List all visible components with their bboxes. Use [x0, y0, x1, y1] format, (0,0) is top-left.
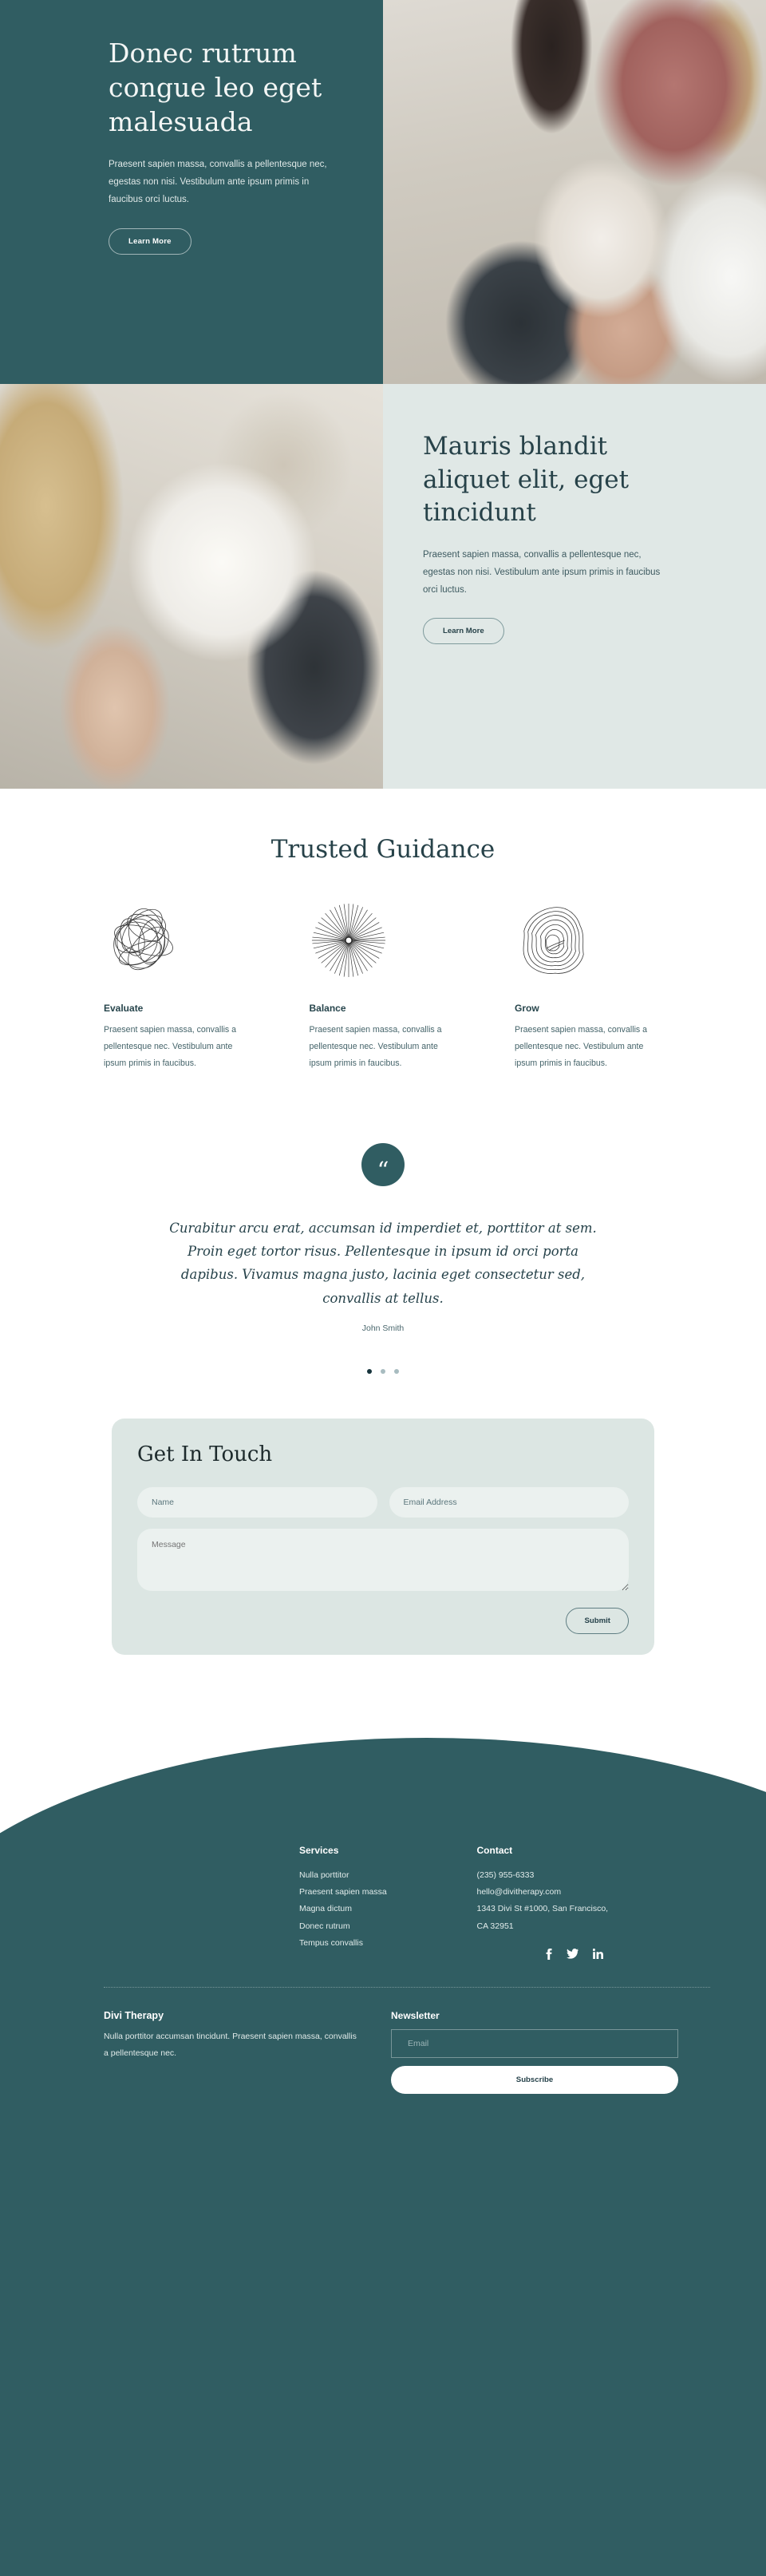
- pagination-dot-2[interactable]: [381, 1369, 385, 1374]
- quote-icon: “: [361, 1142, 405, 1186]
- footer-service-link[interactable]: Nulla porttitor: [299, 1867, 477, 1884]
- hero-photo-graphic: [383, 0, 766, 384]
- footer-email[interactable]: hello@divitherapy.com: [477, 1884, 655, 1901]
- contact-section: Get In Touch Submit: [0, 1374, 766, 1655]
- subscribe-button[interactable]: Subscribe: [391, 2065, 678, 2094]
- linkedin-icon[interactable]: [592, 1948, 603, 1960]
- feature-body: Praesent sapien massa, convallis a pelle…: [104, 1025, 237, 1069]
- feature-name: Evaluate: [104, 1003, 144, 1014]
- testimonial-author: John Smith: [361, 1324, 405, 1333]
- hero-learn-more-button[interactable]: Learn More: [109, 228, 192, 255]
- feature-body: Praesent sapien massa, convallis a pelle…: [515, 1025, 648, 1069]
- feature-body: Praesent sapien massa, convallis a pelle…: [309, 1025, 442, 1069]
- sunburst-radial-icon: [310, 899, 457, 982]
- footer-content: Services Nulla porttitor Praesent sapien…: [0, 1738, 766, 2143]
- contact-card: Get In Touch Submit: [112, 1419, 654, 1655]
- footer-service-link[interactable]: Magna dictum: [299, 1901, 477, 1917]
- name-input[interactable]: [137, 1487, 377, 1518]
- footer-service-link[interactable]: Tempus convallis: [299, 1935, 477, 1952]
- scribble-loops-icon: [104, 899, 251, 982]
- twitter-icon[interactable]: [566, 1948, 578, 1960]
- guidance-section: Trusted Guidance Evaluate Praesent sapie…: [0, 789, 766, 1073]
- pagination-dot-1[interactable]: [367, 1369, 372, 1374]
- email-input[interactable]: [389, 1487, 629, 1518]
- testimonial-section: “ Curabitur arcu erat, accumsan id imper…: [0, 1072, 766, 1374]
- contact-title: Get In Touch: [137, 1442, 273, 1466]
- submit-button[interactable]: Submit: [566, 1608, 629, 1634]
- footer-services-heading: Services: [299, 1845, 339, 1856]
- footer-address-line-1: 1343 Divi St #1000, San Francisco,: [476, 1904, 609, 1914]
- footer-contact-heading: Contact: [476, 1845, 513, 1856]
- page-root: Donec rutrum congue leo eget malesuada P…: [0, 0, 766, 2576]
- section2-image: [0, 384, 383, 789]
- facebook-icon[interactable]: [545, 1948, 552, 1960]
- footer-service-link[interactable]: Praesent sapien massa: [299, 1884, 477, 1901]
- site-footer: Services Nulla porttitor Praesent sapien…: [0, 1738, 766, 2576]
- guidance-title: Trusted Guidance: [270, 835, 496, 864]
- section2-learn-more-button[interactable]: Learn More: [423, 617, 504, 644]
- feature-split-section: Mauris blandit aliquet elit, eget tincid…: [0, 384, 766, 789]
- hero-section: Donec rutrum congue leo eget malesuada P…: [0, 0, 766, 384]
- feature-item-balance: Balance Praesent sapien massa, convallis…: [310, 899, 457, 1073]
- contact-field-row: [137, 1487, 629, 1518]
- footer-newsletter-block: Newsletter Subscribe: [391, 2010, 678, 2094]
- footer-phone[interactable]: (235) 955-6333: [477, 1867, 655, 1884]
- contour-rings-icon: [515, 899, 662, 982]
- footer-bottom: Divi Therapy Nulla porttitor accumsan ti…: [0, 1988, 766, 2094]
- testimonial-quote: Curabitur arcu erat, accumsan id imperdi…: [169, 1220, 597, 1306]
- footer-tail: [0, 2094, 766, 2143]
- footer-brand-title: Divi Therapy: [104, 2009, 164, 2021]
- footer-columns: Services Nulla porttitor Praesent sapien…: [0, 1738, 766, 1960]
- hero-text-panel: Donec rutrum congue leo eget malesuada P…: [0, 0, 383, 384]
- newsletter-heading: Newsletter: [391, 2009, 440, 2021]
- footer-social-links: [477, 1948, 655, 1960]
- feature-name: Grow: [515, 1003, 539, 1014]
- submit-row: Submit: [137, 1608, 629, 1634]
- message-textarea[interactable]: [137, 1529, 629, 1591]
- section2-body: Praesent sapien massa, convallis a pelle…: [423, 549, 661, 595]
- newsletter-email-input[interactable]: [391, 2028, 678, 2058]
- footer-contact-column: Contact (235) 955-6333 hello@divitherapy…: [477, 1845, 655, 1960]
- section2-text-panel: Mauris blandit aliquet elit, eget tincid…: [383, 384, 766, 789]
- footer-spacer: [0, 1655, 766, 1738]
- pagination-dot-3[interactable]: [394, 1369, 399, 1374]
- section2-title: Mauris blandit aliquet elit, eget tincid…: [423, 432, 630, 528]
- feature-name: Balance: [309, 1003, 346, 1014]
- footer-brand-body: Nulla porttitor accumsan tincidunt. Prae…: [104, 2031, 357, 2058]
- footer-address-line-2: CA 32951: [476, 1921, 514, 1931]
- feature-list: Evaluate Praesent sapien massa, convalli…: [0, 864, 766, 1073]
- hero-image: [383, 0, 766, 384]
- footer-brand-block: Divi Therapy Nulla porttitor accumsan ti…: [104, 2010, 359, 2094]
- feature-item-evaluate: Evaluate Praesent sapien massa, convalli…: [104, 899, 251, 1073]
- footer-services-column: Services Nulla porttitor Praesent sapien…: [299, 1845, 477, 1960]
- hero-body: Praesent sapien massa, convallis a pelle…: [109, 159, 327, 204]
- feature-item-grow: Grow Praesent sapien massa, convallis a …: [515, 899, 662, 1073]
- section2-photo-graphic: [0, 384, 383, 789]
- footer-service-link[interactable]: Donec rutrum: [299, 1918, 477, 1935]
- hero-title: Donec rutrum congue leo eget malesuada: [109, 38, 322, 137]
